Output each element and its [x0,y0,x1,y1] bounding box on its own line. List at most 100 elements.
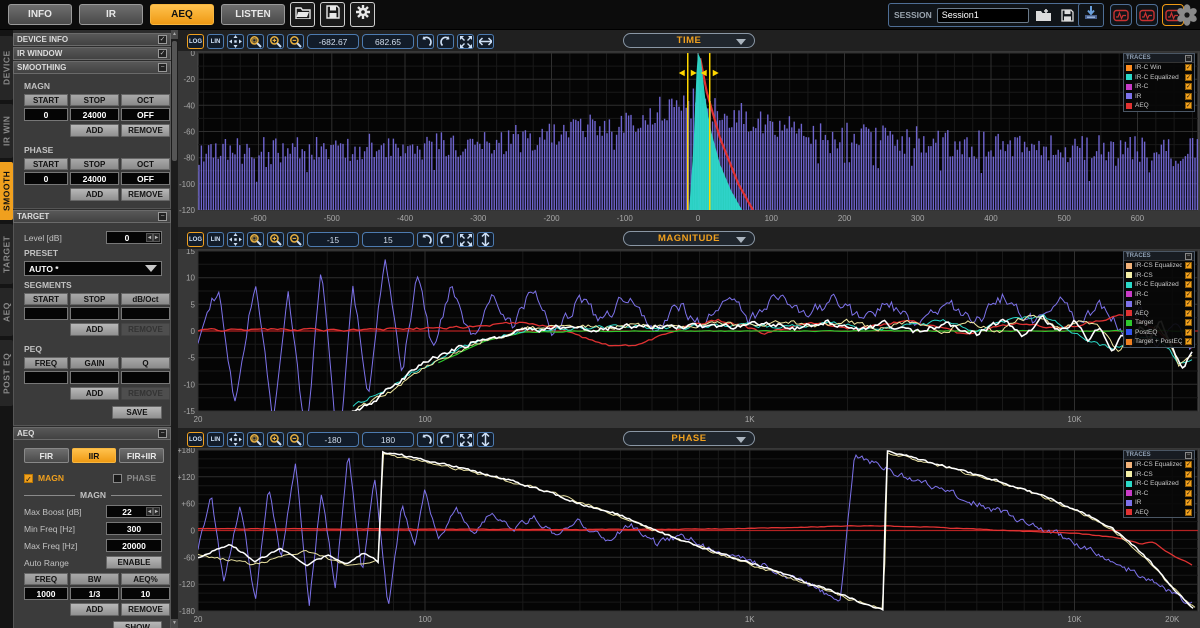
remove-button[interactable]: REMOVE [121,124,170,137]
phase-checkbox[interactable] [113,474,122,483]
magnitude-plot-selector[interactable]: MAGNITUDE [623,231,755,246]
phase-zoom-out-icon[interactable] [287,432,304,447]
value-field[interactable]: 0 [24,172,68,185]
sidebar-tab-ir-win[interactable]: IR WIN [0,104,13,158]
sidebar-tab-target[interactable]: TARGET [0,224,13,284]
trace-visible-checkbox[interactable]: ✓ [1185,64,1192,71]
phase-plot-selector[interactable]: PHASE [623,431,755,446]
panel-header-device-info[interactable]: DEVICE INFO ✓ [13,33,171,46]
open-folder-button[interactable] [290,2,315,27]
new-session-folder-icon[interactable] [1034,6,1053,24]
time-zoom-in-icon[interactable] [267,34,284,49]
level-decrement[interactable]: ◂ [146,233,153,242]
magnitude-fit-icon[interactable] [457,232,474,247]
magnitude-axis-max-field[interactable]: 15 [362,232,414,247]
panel-header-smoothing[interactable]: SMOOTHING − [13,61,171,74]
value-field[interactable] [70,371,119,384]
trace-visible-checkbox[interactable]: ✓ [1185,471,1192,478]
value-field[interactable]: 24000 [70,108,119,121]
phase-axis-max-field[interactable]: 180 [362,432,414,447]
export-capture-button[interactable] [1078,3,1104,27]
max-freq-hz-field[interactable]: 20000 [106,539,162,552]
ir-slot-1-button[interactable] [1110,4,1132,26]
magnitude-zoom-in-icon[interactable] [267,232,284,247]
min-freq-hz-field[interactable]: 300 [106,522,162,535]
phase-plot-canvas[interactable]: 201001K10K20K+180+120+600-60-120-180 [178,448,1200,628]
magnitude-zoom-out-icon[interactable] [287,232,304,247]
phase-lin-button[interactable]: LIN [207,432,224,447]
panel-header-target[interactable]: TARGET − [13,210,171,223]
sidebar-tab-smooth[interactable]: SMOOTH [0,162,13,220]
magnitude-plot-canvas[interactable]: 201001K10K151050-5-10-15 [178,249,1200,428]
sidebar-tab-aeq[interactable]: AEQ [0,288,13,336]
phase-undo-icon[interactable] [417,432,434,447]
value-field[interactable]: 10 [121,587,170,600]
value-field[interactable] [24,307,68,320]
value-field[interactable]: 0 [24,108,68,121]
trace-visible-checkbox[interactable]: ✓ [1185,499,1192,506]
add-button[interactable]: ADD [70,387,119,400]
add-button[interactable]: ADD [70,124,119,137]
trace-visible-checkbox[interactable]: ✓ [1185,291,1192,298]
level-increment[interactable]: ▸ [153,233,160,242]
phase-zoom-in-icon[interactable] [267,432,284,447]
preset-dropdown[interactable]: AUTO * [24,261,162,276]
magnitude-log-button[interactable]: LOG [187,232,204,247]
panel-edit-icon[interactable]: ✓ [158,35,167,44]
main-tab-aeq[interactable]: AEQ [150,4,214,25]
trace-visible-checkbox[interactable]: ✓ [1185,480,1192,487]
time-lin-button[interactable]: LIN [207,34,224,49]
remove-button[interactable]: REMOVE [121,188,170,201]
value-field[interactable] [70,307,119,320]
time-pan-icon[interactable] [227,34,244,49]
time-undo-icon[interactable] [417,34,434,49]
auto-range-enable-button[interactable]: ENABLE [106,556,162,569]
time-log-button[interactable]: LOG [187,34,204,49]
magnitude-axis-min-field[interactable]: -15 [307,232,359,247]
trace-visible-checkbox[interactable]: ✓ [1185,93,1192,100]
magnitude-zoom-window-icon[interactable] [247,232,264,247]
main-tab-info[interactable]: INFO [8,4,72,25]
time-axis-max-field[interactable]: 682.65 [362,34,414,49]
trace-visible-checkbox[interactable]: ✓ [1185,102,1192,109]
value-field[interactable] [24,371,68,384]
main-tab-ir[interactable]: IR [79,4,143,25]
magnitude-lin-button[interactable]: LIN [207,232,224,247]
increment[interactable]: ▸ [153,507,160,516]
trace-visible-checkbox[interactable]: ✓ [1185,281,1192,288]
magn-checkbox[interactable]: ✓ [24,474,33,483]
phase-redo-icon[interactable] [437,432,454,447]
main-tab-listen[interactable]: LISTEN [221,4,285,25]
magnitude-undo-icon[interactable] [417,232,434,247]
phase-pan-icon[interactable] [227,432,244,447]
trace-visible-checkbox[interactable]: ✓ [1185,461,1192,468]
value-field[interactable] [121,307,170,320]
value-field[interactable]: 1/3 [70,587,119,600]
time-zoom-out-icon[interactable] [287,34,304,49]
save-session-icon[interactable] [1058,6,1077,24]
level-field[interactable]: 0 ◂▸ [106,231,162,244]
scroll-up-icon[interactable]: ▲ [171,30,178,39]
value-field[interactable]: 1000 [24,587,68,600]
magnitude-axis-range-icon[interactable] [477,232,494,247]
time-plot-selector[interactable]: TIME [623,33,755,48]
phase-zoom-window-icon[interactable] [247,432,264,447]
add-button[interactable]: ADD [70,603,119,616]
trace-visible-checkbox[interactable]: ✓ [1185,83,1192,90]
save-target-button[interactable]: SAVE [112,406,162,419]
trace-visible-checkbox[interactable]: ✓ [1185,319,1192,326]
time-axis-min-field[interactable]: -682.67 [307,34,359,49]
time-zoom-window-icon[interactable] [247,34,264,49]
trace-visible-checkbox[interactable]: ✓ [1185,490,1192,497]
trace-visible-checkbox[interactable]: ✓ [1185,509,1192,516]
magnitude-pan-icon[interactable] [227,232,244,247]
save-file-button[interactable] [320,2,345,27]
value-field[interactable]: 24000 [70,172,119,185]
max-boost-db-field[interactable]: 22◂▸ [106,505,162,518]
sidebar-tab-device[interactable]: DEVICE [0,36,13,100]
trace-visible-checkbox[interactable]: ✓ [1185,74,1192,81]
aeq-show-button[interactable]: SHOW [113,621,162,628]
phase-axis-range-icon[interactable] [477,432,494,447]
panel-collapse-icon[interactable]: − [158,63,167,72]
aeq-tab-iir[interactable]: IIR [72,448,117,463]
